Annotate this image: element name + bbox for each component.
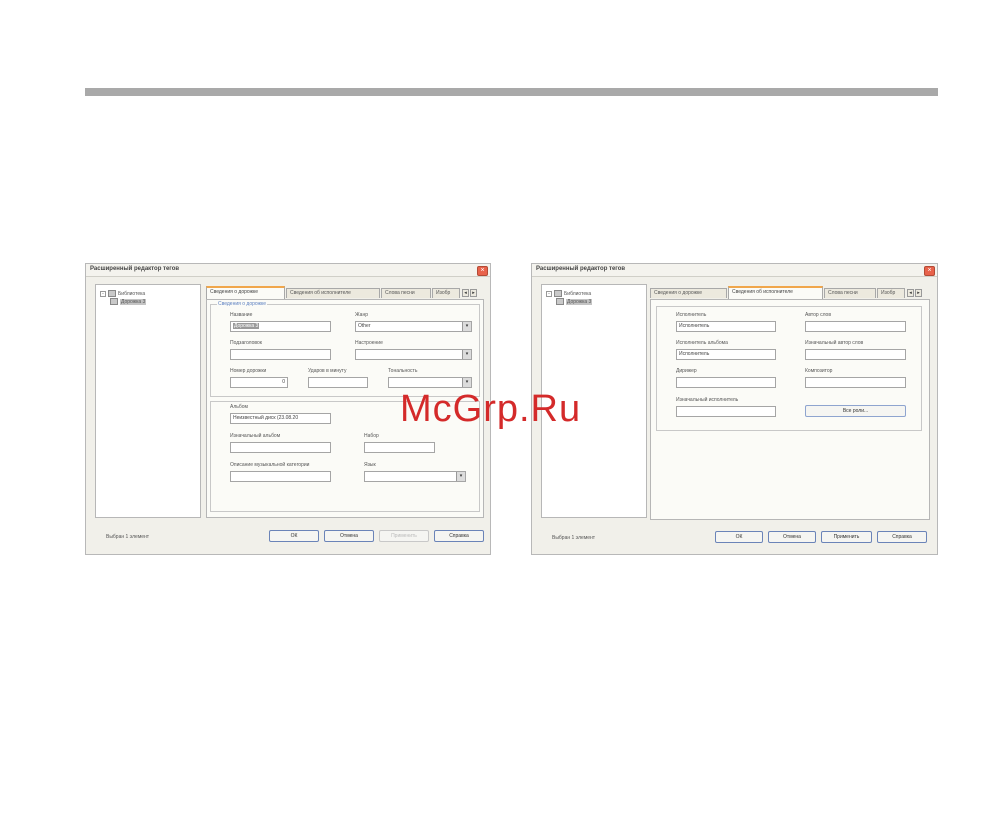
mood-select[interactable]: ▾ — [355, 349, 472, 360]
ok-button[interactable]: ОК — [269, 530, 319, 542]
chevron-down-icon: ▾ — [462, 322, 471, 331]
tree-item-label: Дорожка 3 — [566, 298, 593, 305]
chevron-down-icon: ▾ — [462, 350, 471, 359]
key-label: Тональность — [388, 368, 418, 374]
album-label: Альбом — [230, 404, 248, 410]
title-field[interactable]: Дорожка 3 — [230, 321, 331, 332]
tab-track-info[interactable]: Сведения о дорожке — [650, 288, 727, 298]
tree-item-library[interactable]: − Библиотека — [100, 290, 145, 297]
library-icon — [108, 290, 116, 297]
title-label: Название — [230, 312, 253, 318]
ok-button[interactable]: ОК — [715, 531, 763, 543]
tab-artist-info[interactable]: Сведения об исполнителе — [728, 286, 823, 299]
title-bar: Расширенный редактор тегов × — [532, 264, 937, 277]
tree-item-label: Дорожка 3 — [120, 298, 147, 305]
apply-button[interactable]: Применить — [379, 530, 429, 542]
conductor-field[interactable] — [676, 377, 776, 388]
header-rule — [85, 88, 938, 96]
album-field[interactable]: Неизвестный диск (23.08.20 — [230, 413, 331, 424]
track-number-field[interactable]: 0 — [230, 377, 288, 388]
tab-artist-info[interactable]: Сведения об исполнителе — [286, 288, 380, 298]
tree-item-label: Библиотека — [118, 290, 146, 297]
subtitle-label: Подзаголовок — [230, 340, 262, 346]
cancel-button[interactable]: Отмена — [768, 531, 816, 543]
window-title: Расширенный редактор тегов — [90, 266, 180, 272]
language-label: Язык — [364, 462, 376, 468]
bpm-field[interactable] — [308, 377, 368, 388]
chevron-down-icon: ▾ — [462, 378, 471, 387]
tab-track-info[interactable]: Сведения о дорожке — [206, 286, 285, 299]
composer-label: Композитор — [805, 368, 833, 374]
album-artist-label: Исполнитель альбома — [676, 340, 728, 346]
tree-item-library[interactable]: − Библиотека — [546, 290, 591, 297]
composer-field[interactable] — [805, 377, 906, 388]
lyricist-field[interactable] — [805, 321, 906, 332]
collapse-icon[interactable]: − — [100, 290, 106, 297]
chevron-down-icon: ▾ — [456, 472, 465, 481]
subtitle-field[interactable] — [230, 349, 331, 360]
original-lyricist-field[interactable] — [805, 349, 906, 360]
help-button[interactable]: Справка — [877, 531, 927, 543]
genre-select[interactable]: Other ▾ — [355, 321, 472, 332]
track-number-label: Номер дорожки — [230, 368, 267, 374]
watermark: McGrp.Ru — [400, 388, 582, 430]
language-select[interactable]: ▾ — [364, 471, 466, 482]
tab-scroll-left-icon[interactable]: ◂ — [907, 289, 914, 297]
original-album-label: Изначальный альбом — [230, 433, 281, 439]
tab-pictures[interactable]: Изобр — [877, 288, 905, 298]
tab-strip: Сведения о дорожке Сведения об исполните… — [650, 286, 930, 299]
tag-editor-dialog-artist: Расширенный редактор тегов × − Библиотека… — [531, 263, 938, 555]
apply-button[interactable]: Применить — [821, 531, 872, 543]
original-artist-label: Изначальный исполнитель — [676, 397, 739, 403]
conductor-label: Дирижер — [676, 368, 697, 374]
artist-field[interactable]: Исполнитель — [676, 321, 776, 332]
original-artist-field[interactable] — [676, 406, 776, 417]
track-icon — [556, 298, 564, 305]
tab-pictures[interactable]: Изобр — [432, 288, 460, 298]
bpm-label: Ударов в минуту — [308, 368, 347, 374]
cancel-button[interactable]: Отмена — [324, 530, 374, 542]
group-title: Сведения о дорожке — [217, 301, 267, 307]
lyricist-label: Автор слов — [805, 312, 831, 318]
close-icon[interactable]: × — [477, 266, 488, 276]
original-album-field[interactable] — [230, 442, 331, 453]
tab-scroll-left-icon[interactable]: ◂ — [462, 289, 469, 297]
library-icon — [554, 290, 562, 297]
all-roles-button[interactable]: Все роли... — [805, 405, 906, 417]
set-label: Набор — [364, 433, 379, 439]
mood-label: Настроение — [355, 340, 383, 346]
genre-label: Жанр — [355, 312, 368, 318]
tab-scroll-right-icon[interactable]: ▸ — [915, 289, 922, 297]
artist-label: Исполнитель — [676, 312, 707, 318]
tab-scroll-right-icon[interactable]: ▸ — [470, 289, 477, 297]
category-field[interactable] — [230, 471, 331, 482]
category-label: Описание музыкальной категории — [230, 462, 310, 468]
status-text: Выбран 1 элемент — [106, 534, 150, 540]
tree-item-label: Библиотека — [564, 290, 592, 297]
close-icon[interactable]: × — [924, 266, 935, 276]
window-title: Расширенный редактор тегов — [536, 266, 626, 272]
tab-panel: Исполнитель Исполнитель Автор слов Испол… — [650, 299, 930, 520]
tree-item-track[interactable]: Дорожка 3 — [556, 298, 593, 305]
tree-item-track[interactable]: Дорожка 3 — [110, 298, 147, 305]
library-tree[interactable]: − Библиотека Дорожка 3 — [95, 284, 201, 518]
tab-lyrics[interactable]: Слова песни — [381, 288, 431, 298]
key-select[interactable]: ▾ — [388, 377, 472, 388]
tab-lyrics[interactable]: Слова песни — [824, 288, 876, 298]
title-bar: Расширенный редактор тегов × — [86, 264, 490, 277]
album-artist-field[interactable]: Исполнитель — [676, 349, 776, 360]
track-icon — [110, 298, 118, 305]
status-text: Выбран 1 элемент — [552, 535, 596, 541]
tab-strip: Сведения о дорожке Сведения об исполните… — [206, 286, 484, 299]
help-button[interactable]: Справка — [434, 530, 484, 542]
original-lyricist-label: Изначальный автор слов — [805, 340, 864, 346]
collapse-icon[interactable]: − — [546, 290, 552, 297]
set-field[interactable] — [364, 442, 435, 453]
